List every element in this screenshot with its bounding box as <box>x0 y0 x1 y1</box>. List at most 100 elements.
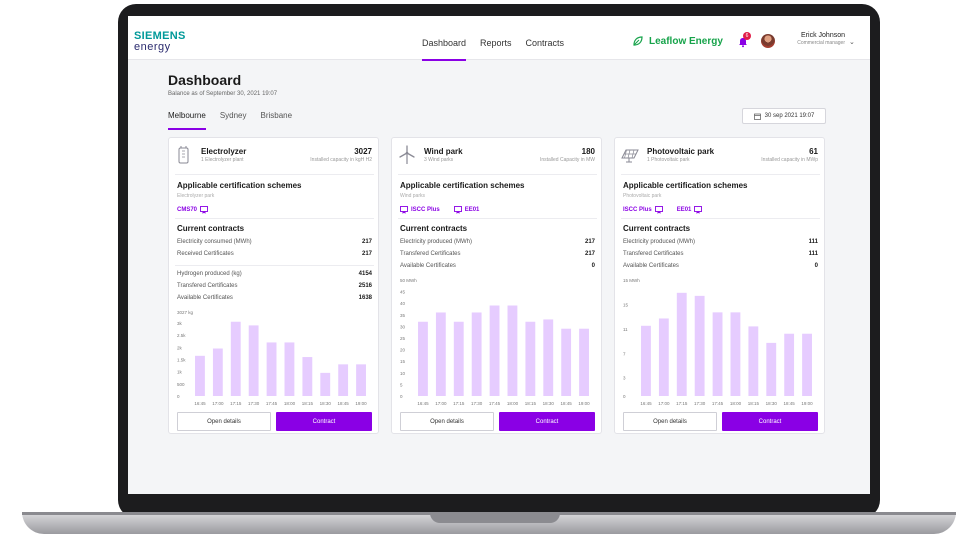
nav-reports[interactable]: Reports <box>480 38 512 55</box>
x-tick-label: 18:00 <box>730 401 742 406</box>
chart-bar[interactable] <box>766 342 777 396</box>
chart-bar[interactable] <box>507 305 518 396</box>
leaf-icon <box>633 36 643 46</box>
chart-bar[interactable] <box>418 321 428 396</box>
certificate-icon <box>400 206 408 214</box>
x-tick-label: 18:00 <box>284 401 296 406</box>
metric-row: Available Certificates 0 <box>400 263 595 272</box>
chart-bar[interactable] <box>561 328 572 396</box>
tab-melbourne[interactable]: Melbourne <box>168 111 206 130</box>
siemens-energy-logo[interactable]: SIEMENS energy <box>134 31 186 53</box>
scheme-badge[interactable]: ISCC Plus <box>400 206 440 214</box>
brand-name: Leaflow Energy <box>649 35 723 47</box>
chart-bar[interactable] <box>579 328 589 396</box>
open-details-button[interactable]: Open details <box>400 412 494 431</box>
avatar[interactable] <box>761 34 775 48</box>
chart-bar[interactable] <box>302 357 313 396</box>
certificate-icon <box>200 206 208 214</box>
certificate-icon <box>453 206 462 214</box>
tab-sydney[interactable]: Sydney <box>220 111 247 126</box>
contracts-title: Current contracts <box>400 224 468 233</box>
main-nav: Dashboard Reports Contracts <box>422 38 565 61</box>
chart-bar[interactable] <box>694 295 705 396</box>
metric-value: 217 <box>361 251 372 257</box>
chart-bar[interactable] <box>525 321 536 396</box>
chart-bar[interactable] <box>212 348 223 396</box>
chart-bar[interactable] <box>641 325 651 396</box>
chart-bar[interactable] <box>356 364 366 396</box>
metric-label: Received Certificates <box>177 251 234 257</box>
open-details-button[interactable]: Open details <box>623 412 717 431</box>
y-tick-label: 3027 kg <box>177 310 194 315</box>
chart-bar[interactable] <box>230 321 241 396</box>
chart-bar[interactable] <box>748 326 759 396</box>
date-picker[interactable]: 30 sep 2021 19:07 <box>742 108 826 124</box>
chart-bar[interactable] <box>658 318 669 396</box>
metric-label: Electricity consumed (MWh) <box>177 239 252 245</box>
x-tick-label: 18:30 <box>320 401 332 406</box>
metric-value: 0 <box>814 263 818 269</box>
chart-bar[interactable] <box>338 364 349 396</box>
y-tick-label: 45 <box>400 290 406 295</box>
chart-bar[interactable] <box>266 342 277 396</box>
metric-value: 217 <box>584 239 595 245</box>
app-screen: SIEMENS energy Dashboard Reports Contrac… <box>128 16 870 494</box>
schemes-title: Applicable certification schemes <box>177 181 302 190</box>
card-name: Photovoltaic park <box>647 147 715 156</box>
scheme-list: ISCC Plus EE01 <box>400 206 479 214</box>
x-tick-label: 17:00 <box>212 401 224 406</box>
tab-brisbane[interactable]: Brisbane <box>261 111 293 126</box>
scheme-badge[interactable]: ISCC Plus <box>623 206 663 214</box>
metric-label: Transfered Certificates <box>623 251 684 257</box>
chart-bar[interactable] <box>471 312 482 396</box>
chart-bar[interactable] <box>730 312 741 396</box>
scheme-badge[interactable]: EE01 <box>677 206 703 214</box>
schemes-subtitle: Electrolyzer park <box>177 193 215 199</box>
chart-bar[interactable] <box>284 342 295 396</box>
contract-button[interactable]: Contract <box>722 412 818 431</box>
card-capacity: 61 <box>809 147 818 156</box>
chart-bar[interactable] <box>248 325 259 396</box>
contract-button[interactable]: Contract <box>499 412 595 431</box>
chart-bar[interactable] <box>195 355 205 396</box>
x-tick-label: 17:00 <box>658 401 670 406</box>
nav-dashboard[interactable]: Dashboard <box>422 38 467 61</box>
x-tick-label: 16:45 <box>640 401 652 406</box>
card-subtitle: 1 Electrolyzer plant <box>201 157 244 163</box>
open-details-button[interactable]: Open details <box>177 412 271 431</box>
laptop-mockup: SIEMENS energy Dashboard Reports Contrac… <box>0 0 978 546</box>
metric-row: Hydrogen produced (kg) 4154 <box>177 271 372 280</box>
scheme-badge[interactable]: EE01 <box>453 206 479 214</box>
chart-bar[interactable] <box>435 312 446 396</box>
chart-bar[interactable] <box>543 319 554 396</box>
user-info[interactable]: Erick Johnson Commercial manager <box>779 32 845 46</box>
nav-contracts[interactable]: Contracts <box>526 38 565 55</box>
y-tick-label: 0 <box>177 394 180 399</box>
logo-bottom-text: energy <box>134 41 171 53</box>
y-tick-label: 25 <box>400 336 406 341</box>
chevron-down-icon[interactable]: ⌄ <box>849 38 855 46</box>
chart-bar[interactable] <box>320 372 331 396</box>
chart-bar[interactable] <box>802 333 812 396</box>
y-tick-label: 0 <box>623 394 626 399</box>
card-header: Wind park 3 Wind parks 180 Installed Cap… <box>398 144 597 170</box>
divider <box>175 174 374 175</box>
y-tick-label: 50 MWh <box>400 278 417 283</box>
metric-value: 1638 <box>358 295 372 301</box>
chart-bar[interactable] <box>676 292 687 396</box>
chart-bar[interactable] <box>784 333 795 396</box>
metric-value: 217 <box>584 251 595 257</box>
schemes-subtitle: Wind parks <box>400 193 426 199</box>
chart-bar[interactable] <box>453 321 464 396</box>
chart-bar[interactable] <box>712 312 723 396</box>
chart-bar[interactable] <box>489 305 500 396</box>
x-tick-label: 18:15 <box>748 401 760 406</box>
balance-date: Balance as of September 30, 2021 19:07 <box>168 91 278 97</box>
divider <box>621 218 820 219</box>
leaflow-brand: Leaflow Energy <box>632 35 723 47</box>
scheme-label: EE01 <box>676 207 692 213</box>
scheme-badge[interactable]: CMS70 <box>177 206 208 214</box>
x-tick-label: 16:45 <box>417 401 429 406</box>
contract-button[interactable]: Contract <box>276 412 372 431</box>
card-header: Photovoltaic park 1 Photovoltaic park 61… <box>621 144 820 170</box>
